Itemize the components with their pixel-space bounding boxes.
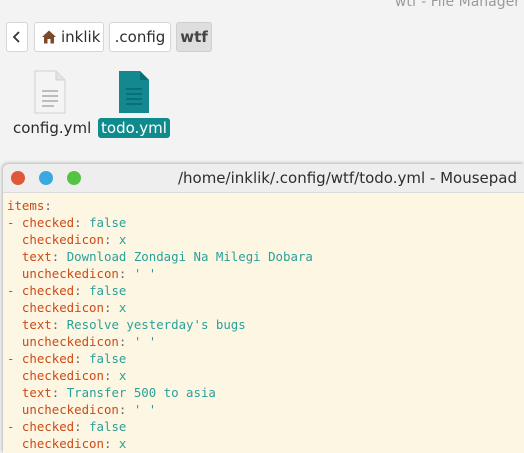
yaml-separator: : (103, 368, 119, 383)
chevron-left-icon (12, 31, 20, 43)
mousepad-window: /home/inklik/.config/wtf/todo.yml - Mous… (3, 164, 524, 453)
yaml-separator: : (103, 436, 119, 451)
yaml-value: ' ' (133, 334, 157, 349)
editor-line: text: Resolve yesterday's bugs (7, 316, 524, 333)
yaml-separator: : (51, 385, 67, 400)
home-icon (42, 30, 56, 44)
yaml-value: false (89, 351, 127, 366)
yaml-key: text (7, 385, 52, 400)
yaml-value: x (118, 368, 127, 383)
editor-line: uncheckedicon: ' ' (7, 265, 524, 282)
editor-line: items: (7, 197, 524, 214)
yaml-key: uncheckedicon (7, 334, 119, 349)
editor-line: checkedicon: x (7, 367, 524, 384)
yaml-key: checkedicon (7, 368, 104, 383)
yaml-separator: : (103, 300, 119, 315)
mousepad-titlebar[interactable]: /home/inklik/.config/wtf/todo.yml - Mous… (3, 164, 524, 193)
close-window-button[interactable] (11, 171, 25, 185)
yaml-separator: : (44, 198, 52, 213)
editor-line: checkedicon: x (7, 299, 524, 316)
yaml-separator: : (103, 232, 119, 247)
yaml-key: checkedicon (7, 300, 104, 315)
yaml-key: checkedicon (7, 436, 104, 451)
yaml-key: uncheckedicon (7, 402, 119, 417)
editor-line: - checked: false (7, 214, 524, 231)
yaml-key: text (7, 317, 52, 332)
editor-line: uncheckedicon: ' ' (7, 401, 524, 418)
yaml-value: Transfer 500 to asia (66, 385, 216, 400)
editor-line: text: Transfer 500 to asia (7, 384, 524, 401)
breadcrumb-config-label: .config (114, 28, 166, 46)
yaml-value: ' ' (133, 266, 157, 281)
yaml-key: - checked (7, 419, 75, 434)
yaml-separator: : (74, 215, 90, 230)
back-button[interactable] (6, 22, 28, 52)
yaml-value: x (118, 300, 127, 315)
yaml-value: x (118, 232, 127, 247)
editor-line: checkedicon: x (7, 231, 524, 248)
minimize-window-button[interactable] (39, 171, 53, 185)
yaml-value: Download Zondagi Na Milegi Dobara (66, 249, 313, 264)
yaml-key: uncheckedicon (7, 266, 119, 281)
editor-line: checkedicon: x (7, 435, 524, 452)
yaml-key: checkedicon (7, 232, 104, 247)
file-label-todo-yml: todo.yml (98, 118, 170, 138)
yaml-separator: : (74, 283, 90, 298)
editor-line: uncheckedicon: ' ' (7, 333, 524, 350)
document-icon (119, 71, 149, 113)
yaml-separator: : (118, 402, 134, 417)
yaml-separator: : (118, 334, 134, 349)
text-editor[interactable]: items: - checked: false checkedicon: x te… (7, 197, 524, 453)
breadcrumb-current[interactable]: wtf (176, 22, 212, 52)
editor-line: - checked: false (7, 418, 524, 435)
yaml-key: - checked (7, 283, 75, 298)
editor-line: - checked: false (7, 350, 524, 367)
yaml-separator: : (74, 351, 90, 366)
breadcrumb-current-label: wtf (180, 28, 208, 46)
yaml-value: ' ' (133, 402, 157, 417)
file-manager-titlebar: wtf - File Manager (0, 0, 524, 16)
editor-line: - checked: false (7, 282, 524, 299)
yaml-key: text (7, 249, 52, 264)
file-item-config-yml[interactable]: config.yml (10, 70, 91, 138)
breadcrumb-home-label: inklik (61, 28, 101, 46)
yaml-value: false (89, 419, 127, 434)
mousepad-title: /home/inklik/.config/wtf/todo.yml - Mous… (177, 169, 517, 187)
file-item-todo-yml[interactable]: todo.yml (98, 70, 170, 138)
yaml-value: Resolve yesterday's bugs (66, 317, 246, 332)
yaml-value: false (89, 215, 127, 230)
yaml-value: x (118, 436, 127, 451)
yaml-separator: : (51, 317, 67, 332)
yaml-value: false (89, 283, 127, 298)
yaml-separator: : (118, 266, 134, 281)
maximize-window-button[interactable] (67, 171, 81, 185)
breadcrumb-config[interactable]: .config (109, 22, 171, 52)
text-file-icon (34, 70, 66, 114)
breadcrumb-home[interactable]: inklik (34, 22, 104, 52)
yaml-key: - checked (7, 351, 75, 366)
editor-line: text: Download Zondagi Na Milegi Dobara (7, 248, 524, 265)
yaml-key: items (7, 198, 45, 213)
yaml-key: - checked (7, 215, 75, 230)
file-manager-title: wtf - File Manager (394, 0, 520, 10)
yaml-separator: : (51, 249, 67, 264)
yaml-separator: : (74, 419, 90, 434)
file-label-config-yml: config.yml (13, 119, 92, 137)
